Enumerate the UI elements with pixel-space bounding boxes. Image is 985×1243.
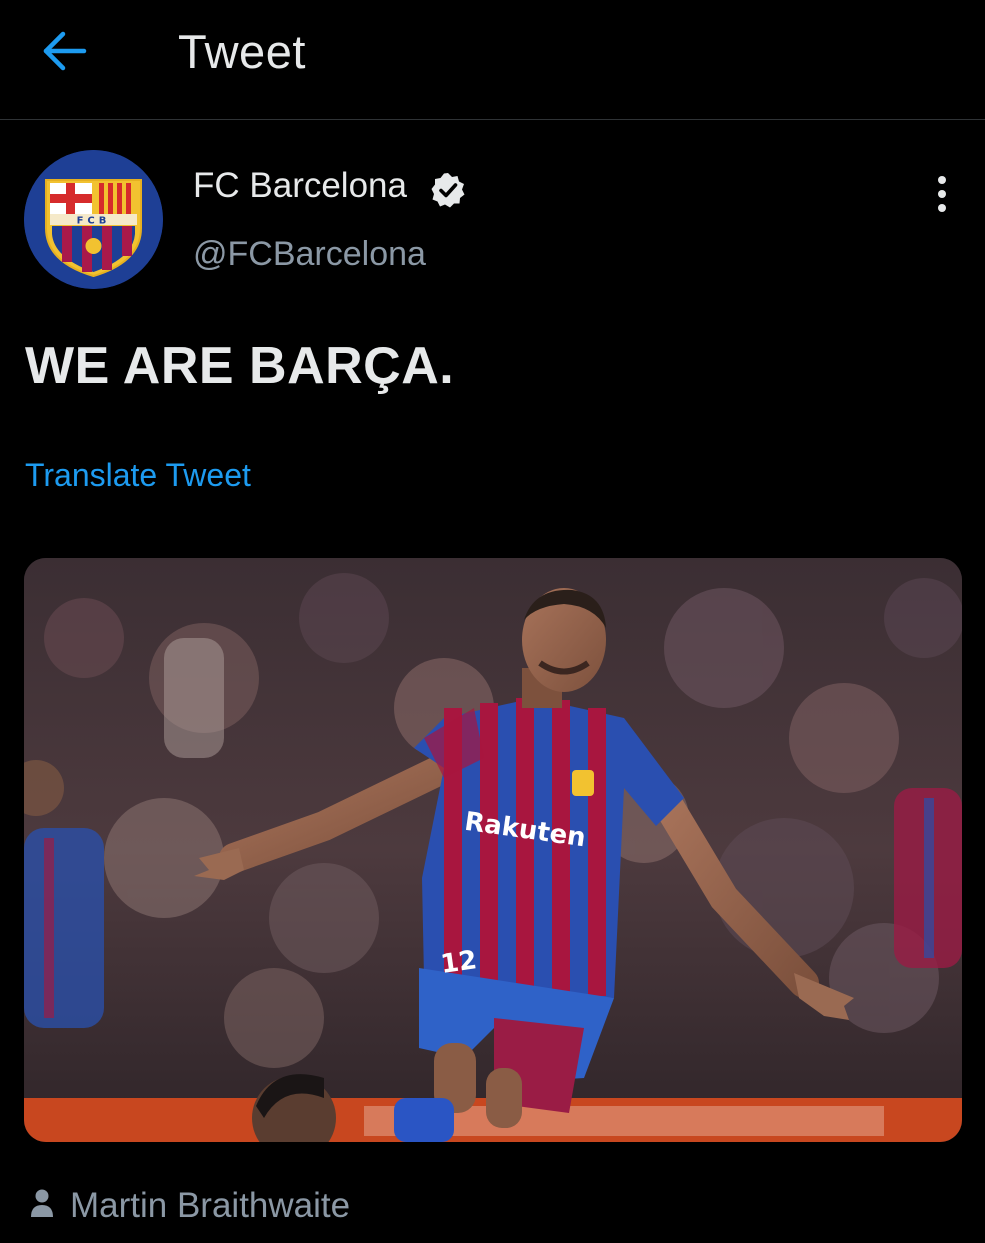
more-options-button[interactable] bbox=[922, 172, 962, 216]
arrow-left-icon bbox=[43, 31, 87, 71]
top-app-bar: Tweet bbox=[0, 0, 985, 120]
fc-barcelona-crest-logo: FCB bbox=[24, 150, 163, 289]
translate-tweet-link[interactable]: Translate Tweet bbox=[25, 457, 251, 494]
tagged-user-name: Martin Braithwaite bbox=[70, 1186, 351, 1225]
player-celebration-photo: Rakuten 12 bbox=[24, 558, 962, 1142]
verified-badge-icon bbox=[431, 173, 465, 208]
author-display-name[interactable]: FC Barcelona bbox=[193, 166, 407, 206]
svg-text:FCB: FCB bbox=[77, 216, 111, 227]
page-title: Tweet bbox=[178, 25, 306, 78]
person-icon bbox=[31, 1189, 53, 1217]
author-avatar[interactable]: FCB bbox=[24, 150, 163, 289]
tweet-text: WE ARE BARÇA. bbox=[25, 337, 455, 395]
tweet-photo[interactable]: Rakuten 12 bbox=[24, 558, 962, 1142]
author-handle[interactable]: @FCBarcelona bbox=[193, 235, 426, 274]
more-vertical-icon bbox=[938, 176, 946, 212]
shirt-number-text: 12 bbox=[439, 945, 479, 980]
back-button[interactable] bbox=[38, 25, 90, 77]
